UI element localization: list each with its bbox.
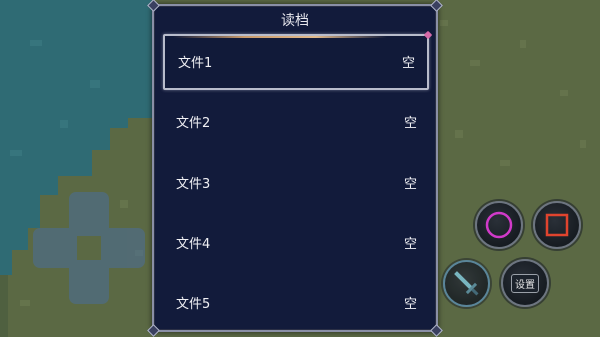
settings-label: 设置 [511,273,539,293]
circle-icon [485,211,513,239]
slot-status: 空 [403,116,417,131]
sword-icon [454,271,479,296]
save-slot-2[interactable]: 文件2 空 [163,96,429,152]
save-slot-5[interactable]: 文件5 空 [163,277,429,333]
square-icon [545,213,569,237]
settings-button[interactable]: 设置 [501,259,549,307]
slot-name: 文件5 [176,297,211,312]
dpad-left-button[interactable] [33,228,77,268]
circle-button[interactable] [475,201,523,249]
save-slot-4[interactable]: 文件4 空 [163,217,429,273]
dpad-right-button[interactable] [101,228,145,268]
load-game-dialog: 读档 文件1 空 文件2 空 文件3 空 文件4 空 文件5 空 [147,0,443,337]
slot-name: 文件3 [176,177,211,192]
slot-status: 空 [401,56,415,71]
attack-button[interactable] [443,260,490,307]
slot-status: 空 [403,297,417,312]
slot-name: 文件4 [176,237,211,252]
dpad-icon[interactable] [33,192,145,304]
save-slot-3[interactable]: 文件3 空 [163,157,429,213]
square-button[interactable] [533,201,581,249]
slot-status: 空 [403,237,417,252]
slot-name: 文件1 [178,56,213,71]
slot-status: 空 [403,177,417,192]
save-slot-1[interactable]: 文件1 空 [163,34,429,90]
settings-label-wrap: 设置 [503,261,547,305]
dialog-title: 读档 [281,13,309,29]
slot-name: 文件2 [176,116,211,131]
